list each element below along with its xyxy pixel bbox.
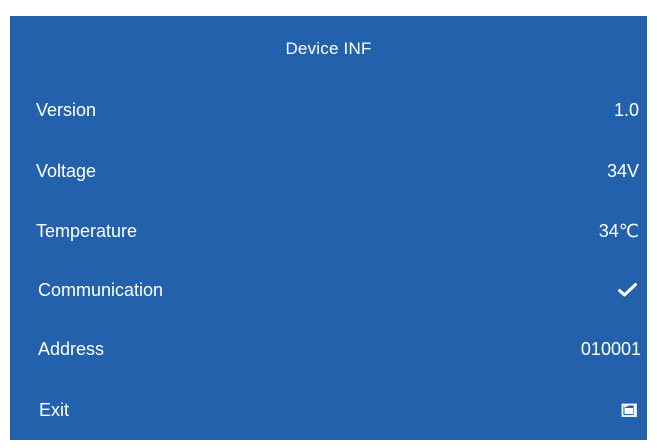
row-communication[interactable]: Communication (10, 274, 647, 306)
check-icon (618, 274, 637, 306)
version-value: 1.0 (613, 100, 639, 120)
address-value: 010001 (580, 339, 641, 359)
exit-label: Exit (39, 400, 70, 420)
temperature-label: Temperature (36, 221, 138, 241)
device-info-screen: Device INF Version 1.0 Voltage 34V Tempe… (10, 16, 647, 440)
row-exit[interactable]: Exit (10, 394, 647, 426)
version-label: Version (36, 100, 97, 120)
row-voltage[interactable]: Voltage 34V (10, 155, 647, 187)
voltage-value: 34V (606, 161, 639, 181)
row-version[interactable]: Version 1.0 (10, 94, 647, 126)
page-title: Device INF (285, 39, 372, 58)
communication-label: Communication (38, 280, 164, 300)
voltage-label: Voltage (36, 161, 97, 181)
address-label: Address (38, 339, 105, 359)
row-temperature[interactable]: Temperature 34℃ (10, 215, 647, 247)
exit-icon (621, 394, 637, 426)
row-address[interactable]: Address 010001 (10, 333, 647, 365)
temperature-value: 34℃ (598, 221, 639, 241)
